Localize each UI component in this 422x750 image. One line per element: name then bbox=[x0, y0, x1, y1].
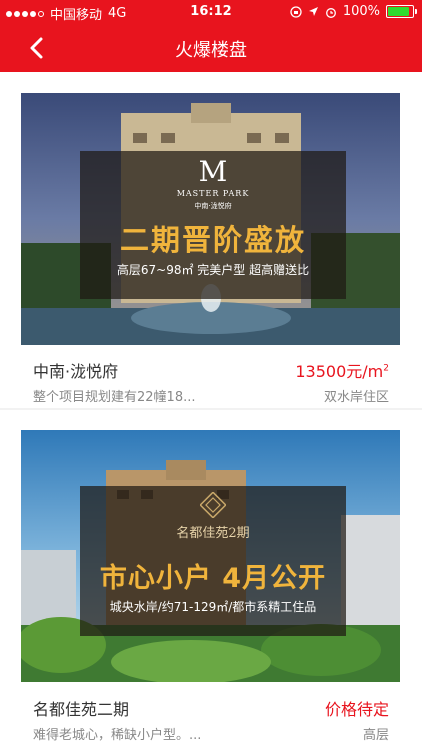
promo-headline: 市心小户 4月公开 bbox=[99, 563, 327, 594]
brand-logo-cn: 中南·泷悦府 bbox=[194, 202, 232, 210]
listing-card[interactable]: M MASTER PARK 中南·泷悦府 二期晋阶盛放 高层67~98㎡ 完美户… bbox=[0, 72, 422, 408]
battery-icon bbox=[386, 5, 417, 18]
brand-emblem-icon bbox=[200, 492, 226, 518]
location-icon bbox=[308, 7, 318, 16]
status-right: 100% bbox=[290, 4, 417, 19]
listing-name: 中南·泷悦府 bbox=[33, 362, 119, 381]
listing-card[interactable]: 名都佳苑2期 市心小户 4月公开 城央水岸/约71-129㎡/都市系精工住品 名… bbox=[0, 410, 422, 750]
promo-subline: 高层67~98㎡ 完美户型 超高赠送比 bbox=[116, 263, 310, 277]
promo-headline: 二期晋阶盛放 bbox=[119, 223, 306, 257]
listing-price-value: 13500元/m bbox=[295, 362, 384, 381]
listing-price: 价格待定 bbox=[324, 700, 389, 719]
promo-overlay: 名都佳苑2期 市心小户 4月公开 城央水岸/约71-129㎡/都市系精工住品 bbox=[80, 486, 346, 636]
listing-desc: 难得老城心，稀缺小户型。... bbox=[33, 728, 202, 743]
promo-subline: 城央水岸/约71-129㎡/都市系精工住品 bbox=[109, 600, 317, 614]
listing-price-unit-sup: 2 bbox=[383, 363, 389, 374]
listing-desc: 整个项目规划建有22幢18... bbox=[33, 390, 196, 405]
nav-bar: 火爆楼盘 bbox=[0, 24, 422, 72]
brand-logo-cn: 名都佳苑2期 bbox=[176, 526, 250, 541]
listing-photo[interactable]: M MASTER PARK 中南·泷悦府 二期晋阶盛放 高层67~98㎡ 完美户… bbox=[21, 93, 400, 345]
status-bar: 中国移动 4G 16:12 100% bbox=[0, 0, 422, 24]
brand-logo-letter: M bbox=[198, 155, 228, 188]
listing-photo[interactable]: 名都佳苑2期 市心小户 4月公开 城央水岸/约71-129㎡/都市系精工住品 bbox=[21, 430, 400, 682]
listing-area: 双水岸住区 bbox=[323, 390, 389, 405]
promo-overlay: M MASTER PARK 中南·泷悦府 二期晋阶盛放 高层67~98㎡ 完美户… bbox=[80, 151, 346, 299]
listing-name: 名都佳苑二期 bbox=[33, 700, 130, 719]
alarm-icon bbox=[325, 7, 336, 18]
brand-logo-en: MASTER PARK bbox=[176, 189, 250, 198]
lock-rotation-icon bbox=[290, 5, 302, 18]
battery-percent: 100% bbox=[342, 4, 380, 19]
page-title: 火爆楼盘 bbox=[175, 40, 247, 61]
listing-price: 13500元/m2 bbox=[295, 358, 389, 382]
listing-area: 高层 bbox=[362, 728, 389, 743]
